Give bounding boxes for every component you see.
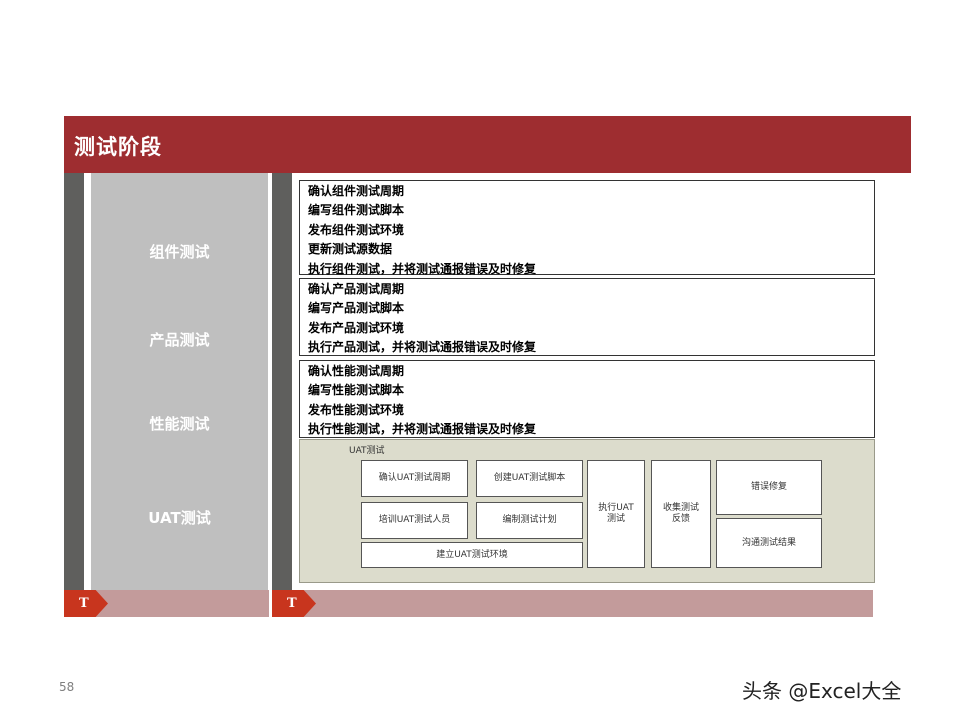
- task-item: 发布产品测试环境: [308, 320, 405, 335]
- middle-strip: [272, 173, 292, 591]
- uat-feedback-line2: 反馈: [671, 514, 690, 524]
- task-item: 发布组件测试环境: [308, 222, 405, 237]
- uat-build-env-box: 建立UAT测试环境: [361, 542, 583, 568]
- uat-feedback-box: 收集测试 反馈: [651, 460, 711, 568]
- uat-feedback-line1: 收集测试: [662, 503, 699, 513]
- bottom-bar-right: [272, 590, 873, 617]
- uat-bug-fix-box: 错误修复: [716, 460, 822, 515]
- task-item: 确认组件测试周期: [308, 184, 405, 198]
- performance-task-box: 确认性能测试周期 编写性能测试脚本 发布性能测试环境 执行性能测试，并将测试通报…: [299, 360, 875, 438]
- watermark-text: 头条 @Excel大全: [742, 679, 902, 703]
- uat-confirm-cycle-box: 确认UAT测试周期: [361, 460, 468, 497]
- phase-label-component: 组件测试: [149, 243, 210, 261]
- uat-create-script-box: 创建UAT测试脚本: [476, 460, 583, 497]
- left-strip: [64, 173, 84, 591]
- phase-label-performance: 性能测试: [149, 415, 210, 433]
- phase-label-product: 产品测试: [149, 331, 210, 349]
- section-header-bar: [64, 116, 911, 173]
- uat-write-plan-box: 编制测试计划: [476, 502, 583, 539]
- phase-column: [91, 173, 268, 591]
- task-item: 确认性能测试周期: [308, 364, 405, 378]
- section-title: 测试阶段: [74, 134, 162, 159]
- task-item: 执行性能测试，并将测试通报错误及时修复: [308, 422, 537, 437]
- task-item: 发布性能测试环境: [308, 402, 405, 417]
- task-item: 编写性能测试脚本: [308, 383, 405, 398]
- uat-report-results-box: 沟通测试结果: [716, 518, 822, 568]
- uat-execute-line1: 执行UAT: [598, 503, 634, 513]
- product-task-box: 确认产品测试周期 编写产品测试脚本 发布产品测试环境 执行产品测试，并将测试通报…: [299, 278, 875, 356]
- task-item: 确认产品测试周期: [308, 282, 405, 296]
- uat-diagram-title: UAT测试: [349, 446, 385, 456]
- component-task-box: 确认组件测试周期 编写组件测试脚本 发布组件测试环境 更新测试源数据 执行组件测…: [299, 180, 875, 276]
- task-item: 执行产品测试，并将测试通报错误及时修复: [308, 340, 537, 355]
- phase-label-uat: UAT测试: [148, 509, 211, 527]
- task-item: 编写产品测试脚本: [308, 301, 405, 316]
- page-number: 58: [59, 680, 75, 694]
- uat-execute-box: 执行UAT 测试: [587, 460, 645, 568]
- task-item: 更新测试源数据: [308, 242, 393, 257]
- uat-execute-line2: 测试: [606, 514, 625, 524]
- uat-train-staff-box: 培训UAT测试人员: [361, 502, 468, 539]
- task-item: 编写组件测试脚本: [308, 203, 405, 218]
- task-item: 执行组件测试，并将测试通报错误及时修复: [308, 261, 537, 276]
